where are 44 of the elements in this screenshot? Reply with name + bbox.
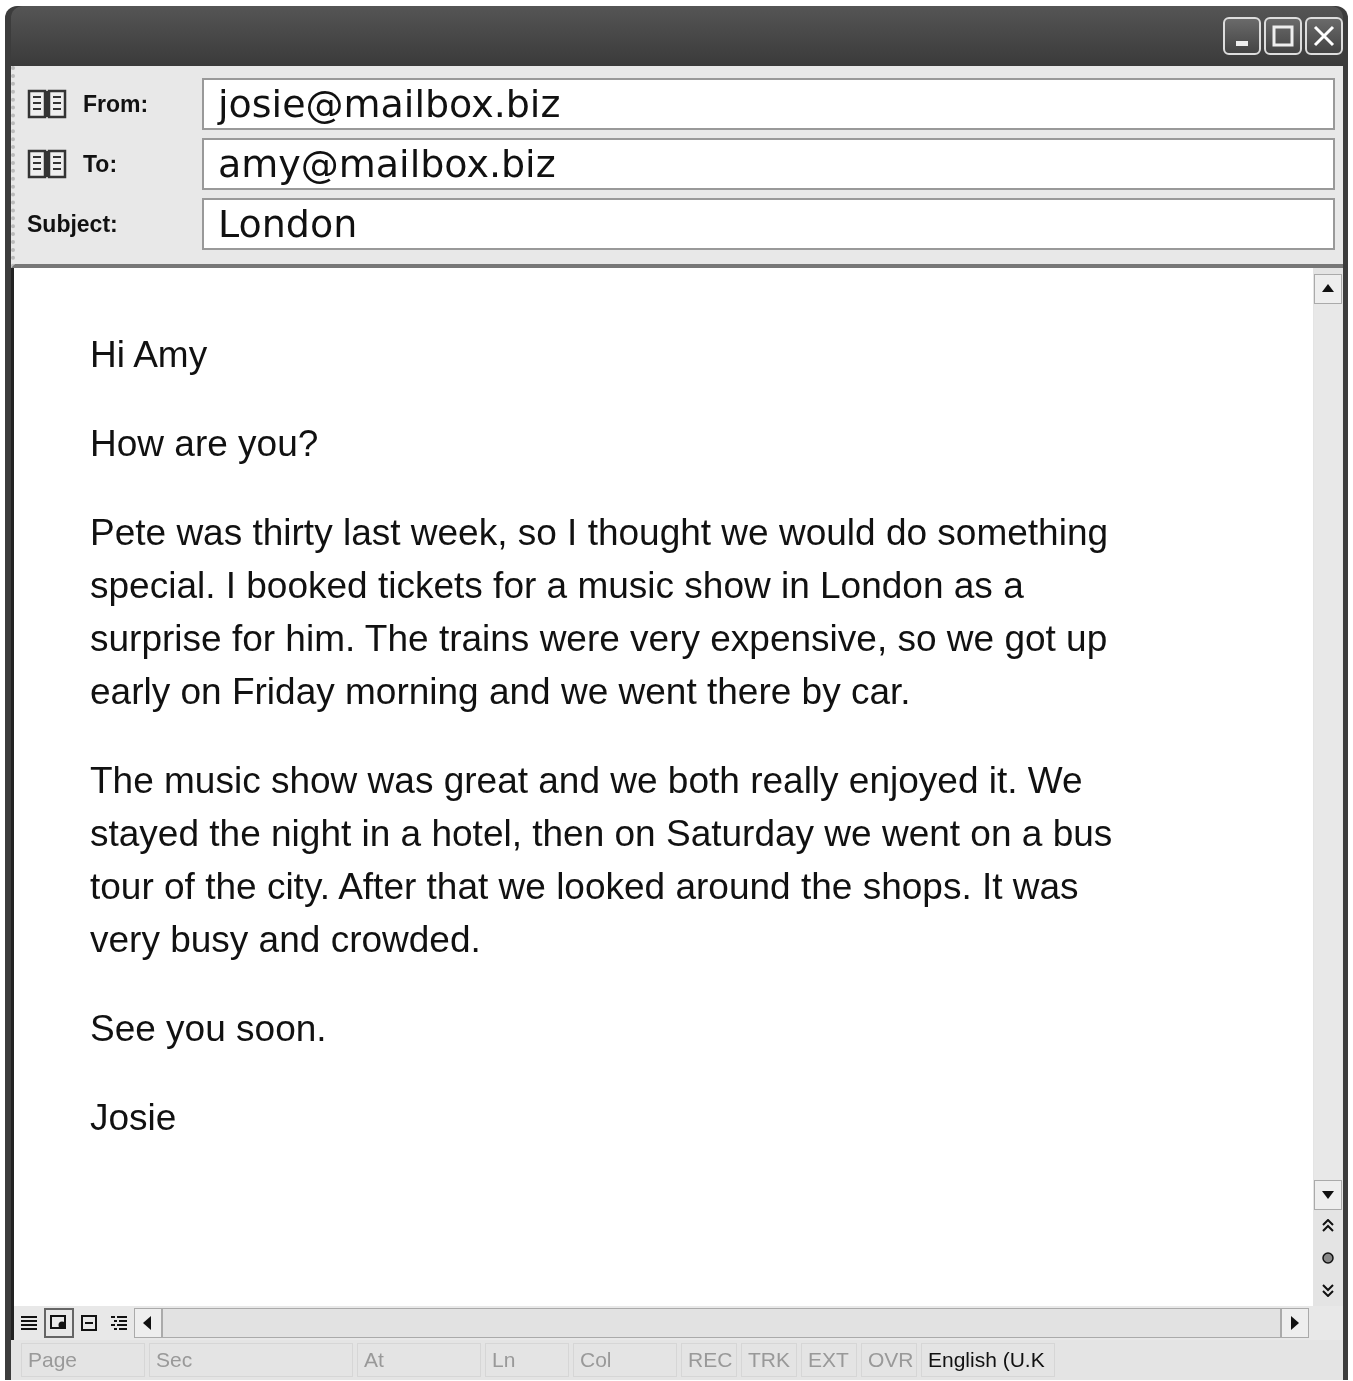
window-icon: [50, 1315, 68, 1331]
maximize-button[interactable]: [1264, 17, 1302, 55]
vertical-scrollbar[interactable]: [1313, 268, 1343, 1306]
input-field[interactable]: amy@mailbox.biz: [202, 138, 1335, 190]
message-paragraph: Josie: [90, 1096, 178, 1140]
view-button[interactable]: [44, 1308, 74, 1338]
field-label: From:: [83, 90, 149, 118]
double-up-arrow-icon: [1321, 1219, 1335, 1233]
field-label: Subject:: [27, 210, 118, 238]
horizontal-scrollbar[interactable]: [162, 1308, 1281, 1338]
minimize-button[interactable]: [1223, 17, 1261, 55]
status-item: Page: [21, 1343, 145, 1377]
status-item: Sec: [149, 1343, 353, 1377]
maximize-icon: [1271, 24, 1295, 48]
address-book-icon[interactable]: [27, 147, 67, 181]
lines-icon: [20, 1315, 38, 1331]
status-item: Col: [573, 1343, 677, 1377]
status-item: EXT: [801, 1343, 857, 1377]
close-button[interactable]: [1305, 17, 1343, 55]
scroll-up-button[interactable]: [1314, 274, 1342, 304]
message-paragraph: See you soon.: [90, 1007, 328, 1051]
minimize-icon: [1236, 40, 1248, 46]
message-paragraph: The music show was great and we both really enjoyed it. We stayed the night in a hotel, then on Saturday we went on a bus tour of the city. After that we looked around the shops. It was very busy and crowded.: [90, 759, 1114, 962]
input-field[interactable]: London: [202, 198, 1335, 250]
circle-icon: [1321, 1251, 1335, 1265]
address-book-icon[interactable]: [27, 87, 67, 121]
status-item: At: [357, 1343, 481, 1377]
status-item: OVR: [861, 1343, 917, 1377]
page-icon: [80, 1315, 98, 1331]
close-icon: [1311, 23, 1337, 49]
status-item: REC: [681, 1343, 737, 1377]
input-field[interactable]: josie@mailbox.biz: [202, 78, 1335, 130]
scroll-right-button[interactable]: [1281, 1308, 1309, 1338]
double-down-arrow-icon: [1321, 1283, 1335, 1297]
status-item: English (U.K: [921, 1343, 1055, 1377]
message-paragraph: Hi Amy: [90, 333, 209, 377]
outline-icon: [110, 1315, 128, 1331]
scroll-left-button[interactable]: [134, 1308, 162, 1338]
scroll-down-button[interactable]: [1314, 1180, 1342, 1210]
status-item: Ln: [485, 1343, 569, 1377]
status-item: TRK: [741, 1343, 797, 1377]
field-label: To:: [83, 150, 118, 178]
message-paragraph: Pete was thirty last week, so I thought we would do something special. I booked tickets for a music show in London as a surprise for him. The trains were very expensive, so we got up early on Friday morning and we went there by car.: [90, 511, 1110, 714]
message-paragraph: How are you?: [90, 422, 320, 466]
